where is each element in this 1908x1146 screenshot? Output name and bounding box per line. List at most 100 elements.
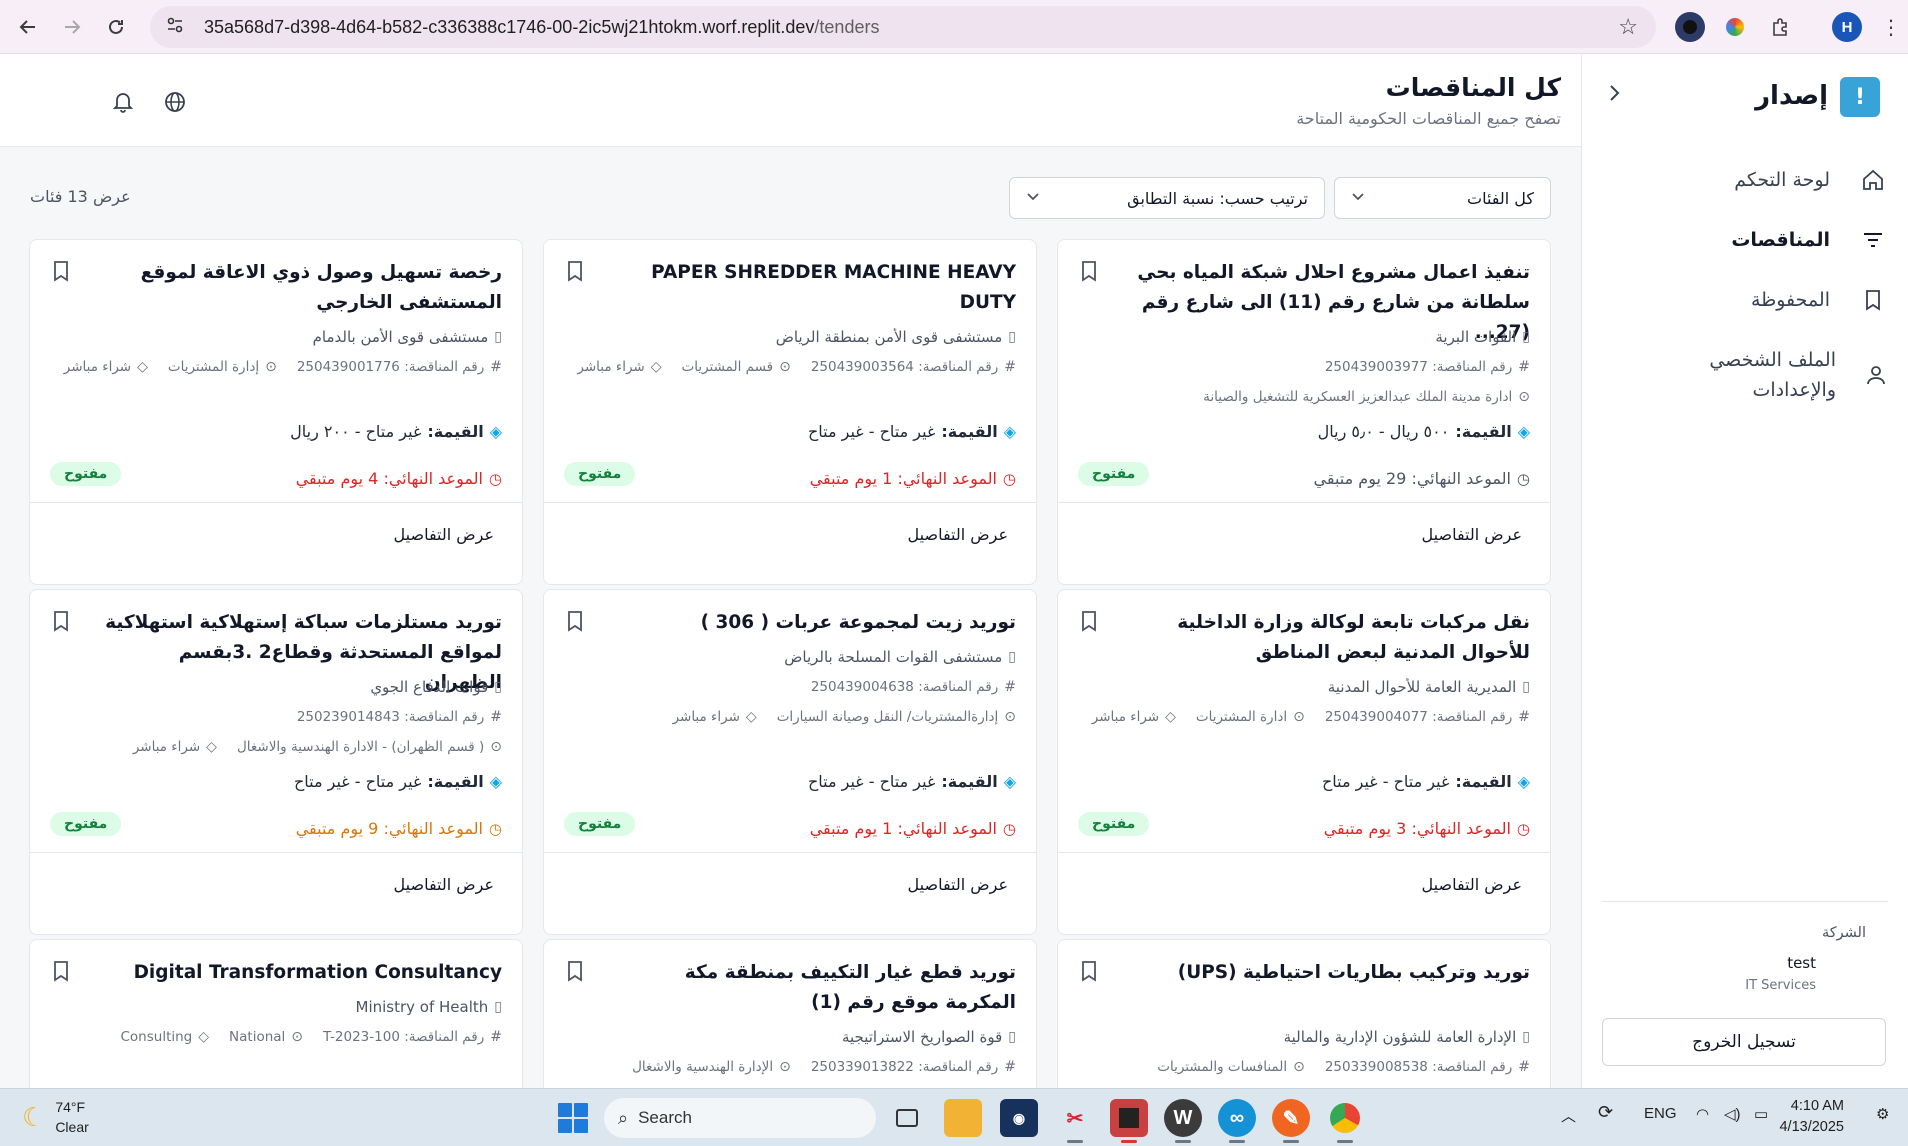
bookmark-icon[interactable] (1078, 960, 1098, 984)
wordpress-icon[interactable]: W (1164, 1099, 1202, 1137)
location-pin-icon: ⊙ (265, 359, 277, 375)
tender-value: ◈ القيمة: غير متاح - غير متاح (1321, 772, 1530, 791)
tender-title[interactable]: رخصة تسهيل وصول ذوي الاعاقة لموقع المستش… (102, 258, 502, 318)
language-globe-icon[interactable] (158, 85, 192, 119)
reload-button[interactable] (96, 7, 136, 47)
tender-value: ◈ القيمة: ٥٠٠ ريال - ٥٫٠ ريال (1317, 422, 1530, 441)
building-icon: ▯ (494, 329, 502, 345)
app-icon[interactable]: ∞ (1218, 1099, 1256, 1137)
money-icon: ◈ (489, 772, 502, 791)
bookmark-icon[interactable] (1078, 610, 1098, 634)
view-details-link[interactable]: عرض التفاصيل (1422, 875, 1522, 894)
tender-card[interactable]: PAPER SHREDDER MACHINE HEAVY DUTY ▯ مستشف… (543, 239, 1037, 585)
forward-button[interactable] (52, 7, 92, 47)
building-icon: ▯ (1522, 329, 1530, 345)
bookmark-icon[interactable] (1078, 260, 1098, 284)
bookmark-icon[interactable] (50, 260, 70, 284)
page-subtitle: تصفح جميع المناقصات الحكومية المتاحة (1296, 109, 1561, 128)
tender-title[interactable]: PAPER SHREDDER MACHINE HEAVY DUTY (616, 258, 1016, 318)
tender-value: ◈ القيمة: غير متاح - غير متاح (807, 772, 1016, 791)
sticky-notes-icon[interactable] (1110, 1099, 1148, 1137)
category-select-value: كل الفئات (1467, 188, 1534, 208)
tender-deadline: ◷ الموعد النهائي: 9 يوم متبقي (295, 819, 502, 838)
task-view-icon[interactable] (888, 1099, 926, 1137)
start-button[interactable] (558, 1103, 588, 1133)
tender-card[interactable]: نقل مركبات تابعة لوكالة وزارة الداخلية ل… (1057, 589, 1551, 935)
view-details-link[interactable]: عرض التفاصيل (1422, 525, 1522, 544)
view-details-link[interactable]: عرض التفاصيل (908, 525, 1008, 544)
chevron-down-icon (1026, 190, 1040, 206)
snipping-tool-icon[interactable]: ✂ (1056, 1099, 1094, 1137)
show-hidden-icons-chevron-icon[interactable]: ︿ (1561, 1105, 1576, 1126)
running-indicator (1067, 1140, 1083, 1143)
tender-card[interactable]: توريد مستلزمات سباكة إستهلاكية استهلاكية… (29, 589, 523, 935)
divider (544, 852, 1036, 853)
taskbar: ☾ 74°F Clear ⌕ Search ◉ ✂ W ∞ ✎ ︿ ⟳ ENG … (0, 1088, 1908, 1146)
language-indicator[interactable]: ENG (1644, 1105, 1677, 1122)
tender-deadline: ◷ الموعد النهائي: 29 يوم متبقي (1313, 469, 1530, 488)
tender-card[interactable]: رخصة تسهيل وصول ذوي الاعاقة لموقع المستش… (29, 239, 523, 585)
bookmark-icon[interactable] (564, 960, 584, 984)
view-details-link[interactable]: عرض التفاصيل (908, 875, 1008, 894)
tender-title[interactable]: توريد وتركيب بطاريات احتياطية (UPS) (1130, 958, 1530, 988)
bookmark-star-icon[interactable]: ☆ (1618, 14, 1638, 40)
chrome-icon[interactable] (1326, 1099, 1364, 1137)
tender-org: ▯ Ministry of Health (355, 998, 503, 1016)
hash-icon: # (1004, 1059, 1016, 1075)
bookmark-icon[interactable] (50, 610, 70, 634)
sidebar-item-tenders[interactable]: المناقصات (1608, 225, 1888, 255)
taskbar-search[interactable]: ⌕ Search (604, 1098, 876, 1138)
tender-meta: # رقم المناقصة: 250439001776 ⊙ إدارة المشتر… (63, 359, 502, 375)
weather-widget[interactable]: ☾ 74°F Clear (22, 1097, 89, 1137)
sidebar-item-dashboard[interactable]: لوحة التحكم (1608, 165, 1888, 195)
collapse-chevron-icon[interactable] (1608, 83, 1622, 109)
battery-icon[interactable]: ▭ (1754, 1105, 1768, 1123)
sidebar-item-saved[interactable]: المحفوظة (1608, 285, 1888, 315)
clock-icon: ◷ (488, 819, 502, 838)
hash-icon: # (1518, 359, 1530, 375)
bookmark-icon[interactable] (564, 610, 584, 634)
tender-title[interactable]: توريد زيت لمجموعة عربات ( 306 ) (616, 608, 1016, 638)
tender-card[interactable]: توريد زيت لمجموعة عربات ( 306 ) ▯ مستشفى … (543, 589, 1037, 935)
extensions-puzzle-icon[interactable] (1765, 12, 1795, 42)
app-icon[interactable]: ✎ (1272, 1099, 1310, 1137)
divider (1058, 852, 1550, 853)
tender-title[interactable]: Digital Transformation Consultancy (102, 958, 502, 988)
category-select[interactable]: كل الفئات (1334, 177, 1551, 219)
clock-icon: ◷ (1516, 819, 1530, 838)
sidebar-item-profile[interactable]: الملف الشخصي والإعدادات (1698, 345, 1888, 405)
tag-icon: ◇ (745, 709, 757, 725)
tender-title[interactable]: توريد قطع غيار التكييف بمنطقة مكة المكرم… (616, 958, 1016, 1018)
profile-avatar[interactable]: H (1832, 12, 1862, 42)
notifications-bell-icon[interactable] (106, 85, 140, 119)
sync-icon[interactable]: ⟳ (1598, 1102, 1613, 1123)
divider (1058, 502, 1550, 503)
tender-value: ◈ القيمة: غير متاح - غير متاح (807, 422, 1016, 441)
logout-button[interactable]: تسجيل الخروج (1602, 1018, 1886, 1066)
money-icon: ◈ (1003, 772, 1016, 791)
volume-icon[interactable]: ◁) (1724, 1105, 1741, 1123)
view-details-link[interactable]: عرض التفاصيل (394, 875, 494, 894)
file-explorer-icon[interactable] (944, 1099, 982, 1137)
tender-card[interactable]: تنفيذ اعمال مشروع احلال شبكة المياه بحي … (1057, 239, 1551, 585)
more-menu-icon[interactable]: ⋮ (1876, 12, 1906, 42)
app-icon[interactable]: ◉ (1000, 1099, 1038, 1137)
logo-mark: ! (1840, 77, 1880, 117)
tender-title[interactable]: نقل مركبات تابعة لوكالة وزارة الداخلية ل… (1130, 608, 1530, 668)
back-button[interactable] (8, 7, 48, 47)
bookmark-icon[interactable] (50, 960, 70, 984)
wifi-icon[interactable]: ◠ (1696, 1105, 1709, 1123)
location-pin-icon: ⊙ (779, 1059, 791, 1075)
notifications-icon[interactable]: ⚙ (1876, 1105, 1889, 1123)
system-clock[interactable]: 4:10 AM 4/13/2025 (1779, 1096, 1844, 1138)
building-icon: ▯ (494, 999, 502, 1015)
extension-icon[interactable] (1675, 12, 1705, 42)
view-details-link[interactable]: عرض التفاصيل (394, 525, 494, 544)
address-bar[interactable]: 35a568d7-d398-4d64-b582-c336388c1746-00-… (150, 6, 1656, 48)
site-info-icon[interactable] (166, 16, 192, 39)
location-pin-icon: ⊙ (779, 359, 791, 375)
sidebar: ! إصدار لوحة التحكم المناقصات المحفوظة ا… (1581, 55, 1908, 1088)
color-picker-extension-icon[interactable] (1720, 12, 1750, 42)
sort-select[interactable]: ترتيب حسب: نسبة التطابق (1009, 177, 1325, 219)
bookmark-icon[interactable] (564, 260, 584, 284)
